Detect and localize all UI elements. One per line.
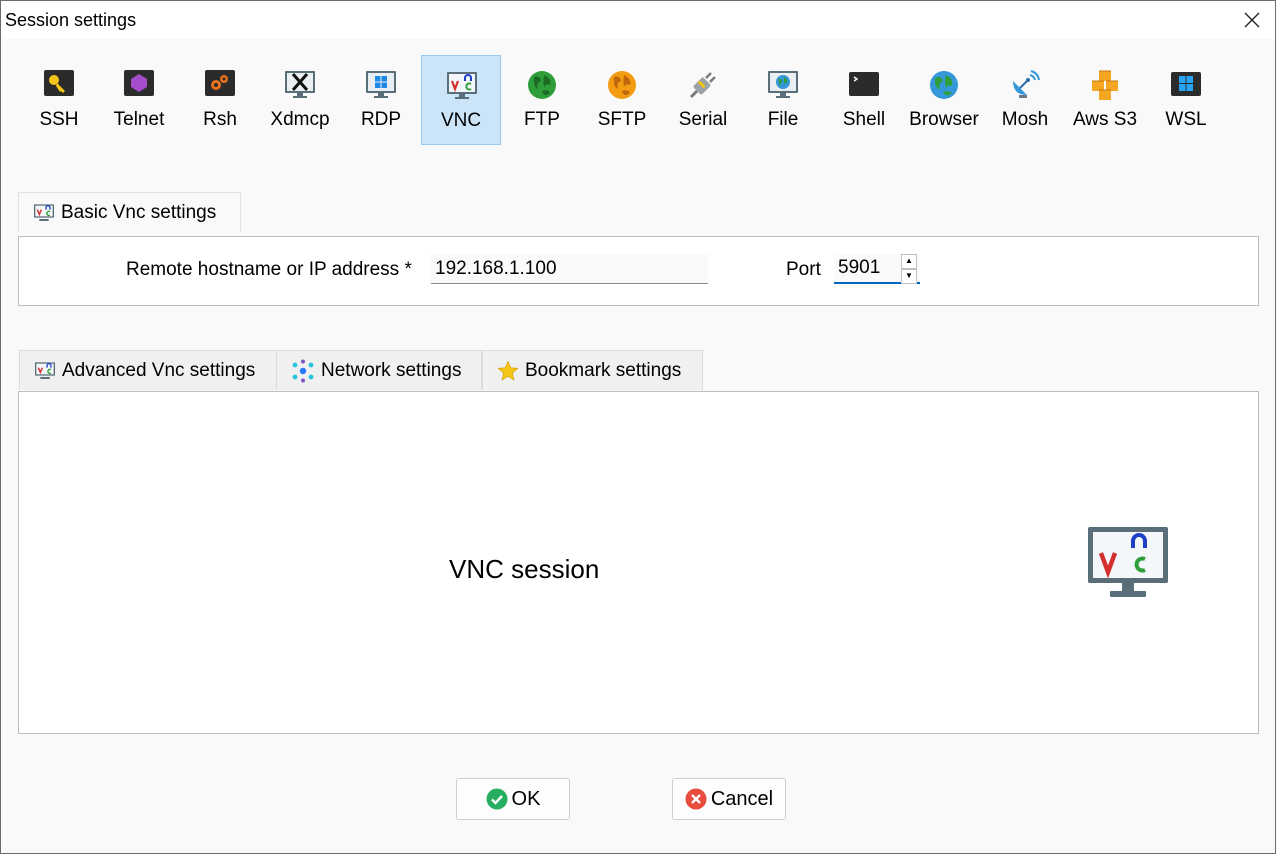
session-type-label: Telnet: [113, 109, 165, 130]
vnc-monitor-icon: [34, 361, 56, 381]
port-label: Port: [786, 259, 821, 280]
session-type-heading: VNC session: [449, 554, 600, 584]
hostname-label: Remote hostname or IP address *: [126, 259, 412, 280]
monitor-globe-icon: [767, 69, 799, 101]
session-type-label: RDP: [360, 109, 402, 130]
session-type-rdp[interactable]: RDP: [341, 55, 421, 145]
session-type-aws-s3[interactable]: Aws S3: [1065, 55, 1145, 145]
green-globe-icon: [526, 69, 558, 101]
network-icon: [291, 359, 315, 383]
tab-label: Network settings: [321, 359, 462, 381]
session-type-label: WSL: [1165, 109, 1207, 130]
basic-settings-panel: Remote hostname or IP address * Port ▲ ▼: [18, 236, 1259, 306]
session-type-vnc[interactable]: VNC: [421, 55, 501, 145]
close-icon: [1244, 12, 1260, 28]
tab-label: Basic Vnc settings: [61, 201, 217, 223]
session-type-sftp[interactable]: SFTP: [582, 55, 662, 145]
session-type-label: Aws S3: [1072, 109, 1138, 130]
session-type-label: FTP: [524, 109, 560, 130]
vnc-monitor-icon: [1088, 527, 1168, 597]
cancel-button[interactable]: Cancel: [672, 778, 786, 820]
session-type-ssh[interactable]: SSH: [19, 55, 99, 145]
windows-monitor-icon: [365, 69, 397, 101]
serial-plug-icon: [687, 69, 719, 101]
terminal-icon: [848, 69, 880, 101]
rsh-icon: [204, 69, 236, 101]
session-type-label: Shell: [842, 109, 886, 130]
x-monitor-icon: [284, 69, 316, 101]
satellite-dish-icon: [1009, 69, 1041, 101]
cubes-icon: [1089, 69, 1121, 101]
orange-globe-icon: [606, 69, 638, 101]
advanced-settings-panel: VNC session: [18, 391, 1259, 734]
x-circle-icon: [685, 788, 707, 810]
windows-icon: [1170, 69, 1202, 101]
port-increment-button[interactable]: ▲: [901, 254, 917, 269]
tab-basic-vnc-settings[interactable]: Basic Vnc settings: [18, 192, 241, 232]
session-type-label: Xdmcp: [270, 109, 330, 130]
session-type-wsl[interactable]: WSL: [1146, 55, 1226, 145]
check-circle-icon: [486, 788, 508, 810]
ok-button[interactable]: OK: [456, 778, 570, 820]
cancel-label: Cancel: [710, 787, 774, 810]
session-type-telnet[interactable]: Telnet: [99, 55, 179, 145]
session-type-label: Mosh: [1001, 109, 1049, 130]
port-stepper: ▲ ▼: [901, 254, 917, 284]
globe-icon: [928, 69, 960, 101]
session-type-label: SSH: [39, 109, 79, 130]
tab-label: Advanced Vnc settings: [62, 359, 256, 381]
tab-network-settings[interactable]: Network settings: [276, 350, 482, 390]
title-bar: Session settings: [1, 1, 1275, 39]
key-icon: [43, 69, 75, 101]
session-type-label: Rsh: [203, 109, 237, 130]
session-type-label: VNC: [440, 110, 482, 131]
port-decrement-button[interactable]: ▼: [901, 269, 917, 284]
close-button[interactable]: [1229, 1, 1275, 39]
session-type-rsh[interactable]: Rsh: [180, 55, 260, 145]
session-type-label: Browser: [909, 109, 979, 130]
star-icon: [497, 359, 519, 382]
session-type-label: Serial: [678, 109, 728, 130]
tab-label: Bookmark settings: [525, 359, 682, 381]
session-type-mosh[interactable]: Mosh: [985, 55, 1065, 145]
session-type-file[interactable]: File: [743, 55, 823, 145]
session-settings-dialog: Session settings SSH Telnet Rsh Xdmcp RD…: [0, 0, 1276, 854]
tab-advanced-vnc-settings[interactable]: Advanced Vnc settings: [19, 350, 277, 390]
session-type-label: SFTP: [597, 109, 647, 130]
session-type-xdmcp[interactable]: Xdmcp: [260, 55, 340, 145]
session-type-shell[interactable]: Shell: [824, 55, 904, 145]
ok-label: OK: [511, 787, 541, 810]
session-type-serial[interactable]: Serial: [663, 55, 743, 145]
vnc-monitor-icon: [446, 70, 478, 102]
session-type-browser[interactable]: Browser: [904, 55, 984, 145]
session-type-toolbar: SSH Telnet Rsh Xdmcp RDP VNC FTP SFTP Se…: [1, 39, 1275, 155]
hostname-input[interactable]: [431, 254, 708, 284]
session-type-ftp[interactable]: FTP: [502, 55, 582, 145]
vnc-monitor-icon: [33, 203, 55, 223]
window-title: Session settings: [5, 10, 137, 30]
telnet-icon: [123, 69, 155, 101]
session-type-label: File: [767, 109, 799, 130]
tab-bookmark-settings[interactable]: Bookmark settings: [482, 350, 703, 390]
